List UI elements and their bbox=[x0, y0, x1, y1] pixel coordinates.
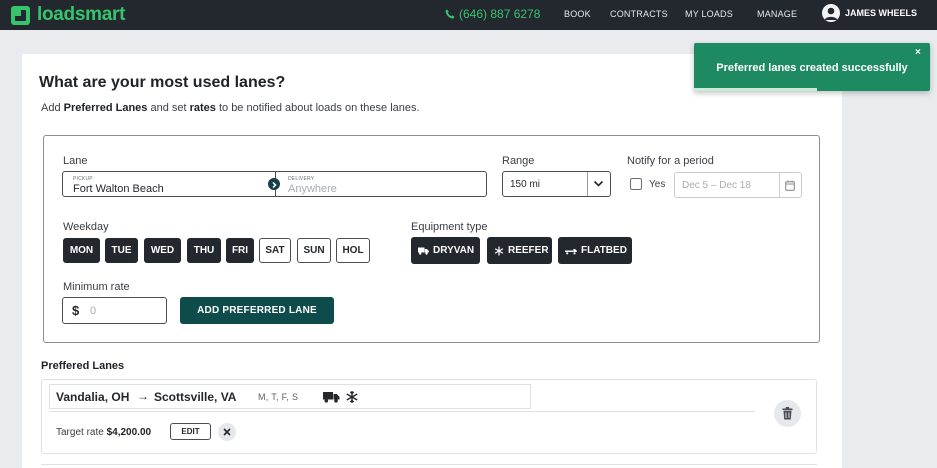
snowflake-icon bbox=[346, 391, 358, 403]
delivery-caption: DELIVERY bbox=[288, 176, 315, 182]
phone-icon bbox=[445, 9, 455, 19]
flatbed-icon bbox=[565, 248, 577, 254]
avatar bbox=[822, 4, 840, 22]
currency-symbol: $ bbox=[72, 303, 80, 318]
range-separator bbox=[587, 172, 588, 196]
notify-yes-label: Yes bbox=[649, 179, 666, 190]
day-toggle-wed[interactable]: WED bbox=[144, 238, 181, 263]
toast-close-button[interactable]: × bbox=[915, 47, 921, 58]
clear-target-rate-button[interactable] bbox=[218, 423, 236, 441]
day-toggle-tue[interactable]: TUE bbox=[105, 238, 138, 263]
notify-label: Notify for a period bbox=[627, 155, 714, 167]
nav-link-contracts[interactable]: CONTRACTS bbox=[610, 9, 668, 19]
top-nav: loadsmart (646) 887 6278 BOOK CONTRACTS … bbox=[0, 0, 937, 30]
range-value: 150 mi bbox=[510, 179, 541, 190]
min-rate-placeholder: 0 bbox=[90, 305, 97, 317]
loadsmart-logo-icon bbox=[10, 4, 32, 26]
user-icon bbox=[824, 7, 838, 20]
lane-label: Lane bbox=[63, 155, 88, 167]
page-subtitle: Add Preferred Lanes and set rates to be … bbox=[41, 102, 420, 114]
trash-icon bbox=[782, 407, 793, 420]
preferred-lanes-heading: Preffered Lanes bbox=[41, 360, 125, 372]
equipment-label: Equipment type bbox=[411, 221, 488, 233]
arrow-right-icon: → bbox=[137, 389, 149, 403]
calendar-icon bbox=[785, 180, 795, 191]
truck-icon bbox=[323, 392, 340, 403]
toast-message: Preferred lanes created successfully bbox=[716, 62, 908, 74]
add-preferred-lane-button[interactable]: ADD PREFERRED LANE bbox=[180, 297, 334, 324]
notify-checkbox[interactable] bbox=[630, 178, 642, 190]
pickup-caption: PICKUP bbox=[73, 176, 93, 182]
phone-number: (646) 887 6278 bbox=[459, 7, 541, 21]
user-menu[interactable]: JAMES WHEELS bbox=[822, 4, 917, 22]
brand-logo[interactable]: loadsmart bbox=[10, 4, 125, 26]
min-rate-label: Minimum rate bbox=[63, 281, 130, 293]
close-icon bbox=[223, 428, 231, 436]
equipment-reefer-button[interactable]: REEFER bbox=[487, 237, 552, 264]
nav-link-manage[interactable]: MANAGE bbox=[757, 9, 797, 19]
brand-name: loadsmart bbox=[37, 4, 126, 25]
range-select[interactable]: 150 mi bbox=[502, 171, 611, 197]
next-lane-card-edge bbox=[41, 464, 817, 465]
equipment-flatbed-button[interactable]: FLATBED bbox=[558, 237, 632, 264]
user-name: JAMES WHEELS bbox=[845, 8, 918, 18]
date-range-input[interactable]: Dec 5 – Dec 18 bbox=[674, 172, 802, 198]
lane-days: M, T, F, S bbox=[258, 392, 299, 402]
support-phone[interactable]: (646) 887 6278 bbox=[445, 7, 540, 21]
nav-link-my-loads[interactable]: MY LOADS bbox=[685, 9, 733, 19]
chevron-down-icon bbox=[593, 180, 604, 187]
delivery-placeholder: Anywhere bbox=[288, 183, 337, 195]
day-toggle-mon[interactable]: MON bbox=[63, 238, 100, 263]
date-range-value: Dec 5 – Dec 18 bbox=[682, 180, 751, 191]
day-toggle-sun[interactable]: SUN bbox=[297, 238, 331, 263]
success-toast: × Preferred lanes created successfully bbox=[694, 43, 930, 91]
day-toggle-fri[interactable]: FRI bbox=[226, 238, 254, 263]
edit-target-rate-button[interactable]: EDIT bbox=[170, 423, 211, 440]
page-title: What are your most used lanes? bbox=[39, 74, 286, 91]
range-label: Range bbox=[502, 155, 535, 167]
equipment-dryvan-button[interactable]: DRYVAN bbox=[411, 237, 480, 264]
day-toggle-hol[interactable]: HOL bbox=[336, 238, 370, 263]
pickup-value: Fort Walton Beach bbox=[73, 183, 164, 195]
lane-origin: Vandalia, OH bbox=[56, 390, 130, 404]
toast-progress-bar bbox=[694, 88, 817, 91]
pickup-input[interactable]: PICKUP Fort Walton Beach bbox=[63, 172, 275, 196]
snowflake-icon bbox=[494, 246, 504, 255]
min-rate-input[interactable]: $ 0 bbox=[62, 297, 167, 324]
date-separator bbox=[779, 173, 780, 197]
day-toggle-thu[interactable]: THU bbox=[187, 238, 221, 263]
delete-lane-button[interactable] bbox=[774, 400, 801, 427]
day-toggle-sat[interactable]: SAT bbox=[259, 238, 291, 263]
truck-icon bbox=[418, 247, 429, 255]
lane-destination: Scottsville, VA bbox=[154, 390, 237, 404]
lane-input-group: PICKUP Fort Walton Beach DELIVERY Anywhe… bbox=[62, 171, 487, 197]
weekday-label: Weekday bbox=[63, 221, 109, 233]
target-rate: Target rate $4,200.00 bbox=[56, 427, 152, 438]
lane-card-divider bbox=[49, 411, 755, 412]
nav-link-book[interactable]: BOOK bbox=[564, 9, 591, 19]
